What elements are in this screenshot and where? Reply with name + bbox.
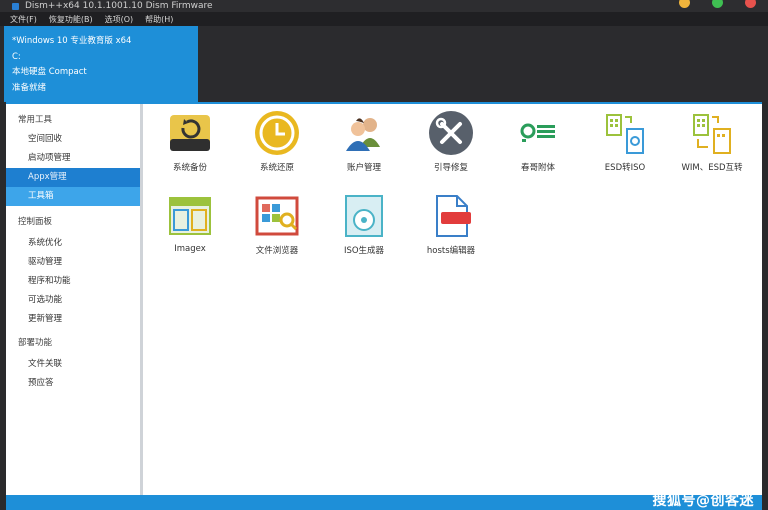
sidebar-section-control-panel: 控制面板 bbox=[18, 217, 53, 227]
sidebar-item-space-cleanup[interactable]: 空间回收 bbox=[6, 130, 140, 149]
os-name: *Windows 10 专业教育版 x64 bbox=[12, 36, 132, 46]
system-session-card[interactable]: *Windows 10 专业教育版 x64 C: 本地硬盘 Compact 准备… bbox=[4, 26, 198, 103]
sidebar-item-programs-features[interactable]: 程序和功能 bbox=[6, 272, 140, 291]
tool-file-browser[interactable]: 文件浏览器 bbox=[235, 192, 319, 256]
sidebar-item-update-manager[interactable]: 更新管理 bbox=[6, 310, 140, 329]
close-button[interactable] bbox=[745, 0, 756, 8]
sidebar-item-optional-features[interactable]: 可选功能 bbox=[6, 291, 140, 310]
menu-help[interactable]: 帮助(H) bbox=[145, 14, 173, 25]
toggle-list-icon bbox=[514, 109, 562, 157]
main-panel: 常用工具 空间回收 启动项管理 Appx管理 工具箱 控制面板 系统优化 驱动管… bbox=[6, 102, 762, 495]
wrench-screwdriver-icon bbox=[427, 109, 475, 157]
tool-iso-builder[interactable]: ISO生成器 bbox=[322, 192, 406, 256]
window-controls bbox=[679, 0, 756, 8]
tool-label: 系统备份 bbox=[172, 163, 207, 173]
drive-backup-icon bbox=[166, 109, 214, 157]
window-title: Dism++x64 10.1.1001.10 Dism Firmware bbox=[25, 1, 213, 11]
tool-label: 系统还原 bbox=[259, 163, 294, 173]
watermark: 搜狐号@创客迷 bbox=[652, 493, 754, 509]
menu-restore[interactable]: 恢复功能(B) bbox=[49, 14, 93, 25]
tool-system-backup[interactable]: 系统备份 bbox=[148, 109, 232, 173]
sidebar-item-system-optimize[interactable]: 系统优化 bbox=[6, 234, 140, 253]
menu-options[interactable]: 选项(O) bbox=[105, 14, 134, 25]
tool-label: 春哥附体 bbox=[520, 163, 555, 173]
imagex-icon bbox=[166, 192, 214, 240]
tool-esd-to-iso[interactable]: ESD转ISO bbox=[583, 109, 667, 173]
hosts-file-icon bbox=[427, 192, 475, 240]
toolbox-grid: 系统备份 系统还原 账户管理 引导修复 春哥附体 ESD转ISO WIM、ESD… bbox=[146, 104, 762, 495]
tool-label: ESD转ISO bbox=[604, 163, 646, 173]
sidebar-item-startup-manager[interactable]: 启动项管理 bbox=[6, 149, 140, 168]
tool-boot-repair[interactable]: 引导修复 bbox=[409, 109, 493, 173]
sidebar-item-driver-manager[interactable]: 驱动管理 bbox=[6, 253, 140, 272]
esd-iso-convert-icon bbox=[601, 109, 649, 157]
sidebar-section-deployment: 部署功能 bbox=[18, 338, 53, 348]
iso-disc-icon bbox=[340, 192, 388, 240]
clock-restore-icon bbox=[253, 109, 301, 157]
wim-esd-convert-icon bbox=[688, 109, 736, 157]
sidebar-item-appx-manager[interactable]: Appx管理 bbox=[6, 168, 140, 187]
sidebar-item-pre-answer[interactable]: 预应答 bbox=[6, 374, 140, 393]
title-bar: Dism++x64 10.1.1001.10 Dism Firmware bbox=[0, 0, 768, 12]
tool-system-restore[interactable]: 系统还原 bbox=[235, 109, 319, 173]
minimize-button[interactable] bbox=[679, 0, 690, 8]
menu-file[interactable]: 文件(F) bbox=[10, 14, 37, 25]
tool-label: 账户管理 bbox=[346, 163, 381, 173]
tool-account-manager[interactable]: 账户管理 bbox=[322, 109, 406, 173]
session-status: 准备就绪 bbox=[12, 82, 47, 93]
sidebar: 常用工具 空间回收 启动项管理 Appx管理 工具箱 控制面板 系统优化 驱动管… bbox=[6, 104, 143, 495]
status-bar bbox=[6, 495, 762, 510]
tool-label: 引导修复 bbox=[433, 163, 468, 173]
sidebar-item-file-association[interactable]: 文件关联 bbox=[6, 355, 140, 374]
users-icon bbox=[340, 109, 388, 157]
sidebar-item-toolbox[interactable]: 工具箱 bbox=[6, 187, 140, 206]
app-icon bbox=[12, 2, 19, 10]
tool-label: hosts编辑器 bbox=[426, 246, 476, 256]
sidebar-section-common-tools: 常用工具 bbox=[18, 115, 53, 125]
menu-bar: 文件(F) 恢复功能(B) 选项(O) 帮助(H) bbox=[0, 12, 768, 26]
tool-wim-esd-convert[interactable]: WIM、ESD互转 bbox=[670, 109, 754, 173]
tool-label: WIM、ESD互转 bbox=[681, 163, 743, 173]
tool-label: ISO生成器 bbox=[343, 246, 385, 256]
tool-imagex[interactable]: Imagex bbox=[148, 192, 232, 254]
disk-type: 本地硬盘 Compact bbox=[12, 67, 87, 77]
window-edge-right bbox=[762, 102, 768, 510]
file-browser-icon bbox=[253, 192, 301, 240]
tool-chunge[interactable]: 春哥附体 bbox=[496, 109, 580, 173]
drive-letter: C: bbox=[12, 51, 21, 62]
maximize-button[interactable] bbox=[712, 0, 723, 8]
tool-label: 文件浏览器 bbox=[255, 246, 299, 256]
tool-label: Imagex bbox=[174, 244, 206, 254]
tool-hosts-editor[interactable]: hosts编辑器 bbox=[409, 192, 493, 256]
